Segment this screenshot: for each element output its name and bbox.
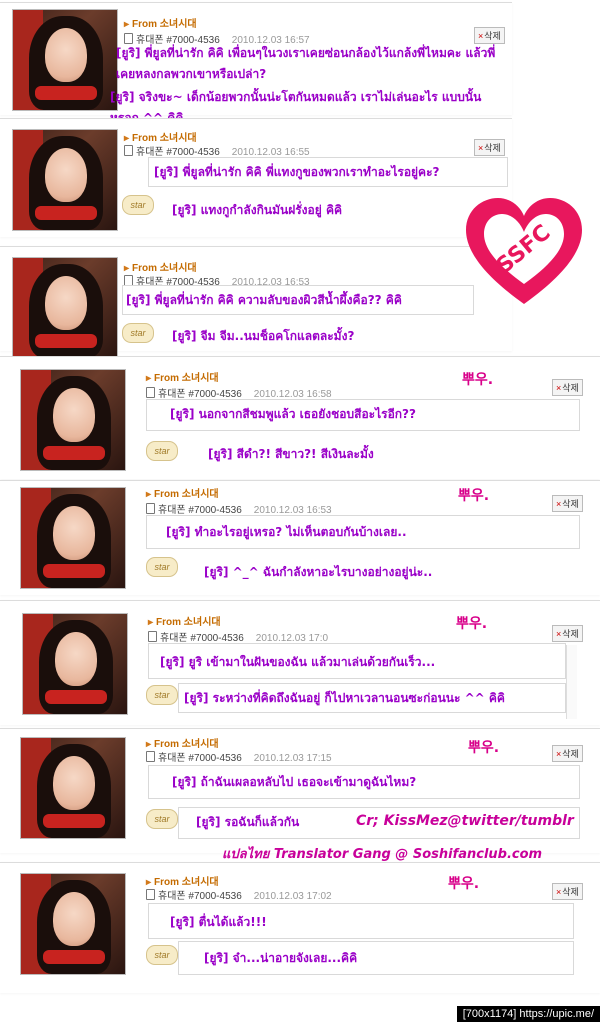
credit-source: Cr; KissMez@twitter/tumblr — [356, 813, 574, 829]
avatar — [20, 369, 126, 471]
reply-text: [ยูริ] จีม จีม..นมช็อคโกแลตละมั้ง? — [172, 329, 355, 343]
ssfc-logo: SSFC SOSHIFANCLUB — [466, 198, 582, 314]
message-text: [ยูริ] ทำอะไรอยู่เหรอ? ไม่เห็นตอบกันบ้าง… — [166, 525, 407, 539]
message-text: [ยูริ] พี่ยูลที่น่ารัก คิคิ เพื่อนๆในวงเ… — [116, 46, 496, 81]
sender-info: 휴대폰 #7000-4536 2010.12.03 17:02 — [146, 887, 332, 902]
phone-icon — [146, 387, 155, 398]
avatar — [12, 9, 118, 111]
reply-text: [ยูริ] สีดำ?! สีขาว?! สีเงินละมั้ง — [208, 447, 374, 461]
star-button[interactable]: star — [146, 685, 178, 705]
delete-button[interactable]: ×삭제 — [552, 745, 583, 762]
delete-button[interactable]: ×삭제 — [474, 27, 505, 44]
sender-label: ▸ From 소녀시대 — [146, 739, 219, 750]
avatar — [20, 737, 126, 839]
sender-label: ▸ From 소녀시대 — [148, 617, 221, 628]
ppu-text: 뿌우. — [468, 740, 500, 756]
reply-text: [ยูริ] แทงกูกำลังกินมันฝรั่งอยู่ คิคิ — [172, 203, 342, 217]
arrow-icon: ▸ — [146, 489, 152, 500]
reply-text: [ยูริ] รอฉันก็แล้วกัน — [196, 815, 300, 829]
arrow-icon: ▸ — [148, 617, 154, 628]
message-card: ▸ From 소녀시대 휴대폰 #7000-4536 2010.12.03 17:0… — [0, 600, 600, 725]
message-text: [ยูริ] ยูริ เข้ามาในฝันของฉัน แล้วมาเล่น… — [160, 655, 436, 669]
phone-icon — [124, 145, 133, 156]
sender-label: ▸ From 소녀시대 — [124, 19, 197, 30]
sender-info: 휴대폰 #7000-4536 2010.12.03 17:0 — [148, 629, 328, 644]
message-text: [ยูริ] ตื่นได้แล้ว!!! — [170, 915, 267, 929]
avatar — [20, 487, 126, 589]
ppu-text: 뿌우. — [456, 616, 488, 632]
reply-text: [ยูริ] ระหว่างที่คิดถึงฉันอยู่ ก็ไปหาเวล… — [184, 691, 505, 705]
sender-info: 휴대폰 #7000-4536 2010.12.03 17:15 — [146, 749, 332, 764]
delete-button[interactable]: ×삭제 — [552, 883, 583, 900]
sender-label: ▸ From 소녀시대 — [124, 263, 197, 274]
credit-translator: แปลไทย Translator Gang @ Soshifanclub.co… — [222, 847, 543, 862]
reply-text: [ยูริ] จ๋า...น่าอายจังเลย...คิคิ — [204, 951, 358, 965]
star-button[interactable]: star — [146, 441, 178, 461]
ppu-text: 뿌우. — [458, 488, 490, 504]
sender-info: 휴대폰 #7000-4536 2010.12.03 16:55 — [124, 143, 310, 158]
delete-button[interactable]: ×삭제 — [552, 379, 583, 396]
message-card: ▸ From 소녀시대 휴대폰 #7000-4536 2010.12.03 17:1… — [0, 728, 600, 862]
delete-button[interactable]: ×삭제 — [474, 139, 505, 156]
message-card: ▸ From 소녀시대 휴대폰 #7000-4536 2010.12.03 16:5… — [0, 246, 512, 359]
message-card: ▸ From 소녀시대 휴대폰 #7000-4536 2010.12.03 16:5… — [0, 118, 512, 237]
avatar — [12, 257, 118, 359]
phone-icon — [146, 889, 155, 900]
star-button[interactable]: star — [122, 195, 154, 215]
timestamp: 2010.12.03 17:02 — [253, 891, 332, 902]
avatar — [20, 873, 126, 975]
sender-info: 휴대폰 #7000-4536 2010.12.03 16:53 — [146, 501, 332, 516]
message-card: ▸ From 소녀시대 휴대폰 #7000-4536 2010.12.03 17:0… — [0, 862, 600, 993]
timestamp: 2010.12.03 17:15 — [253, 753, 332, 764]
star-button[interactable]: star — [122, 323, 154, 343]
star-button[interactable]: star — [146, 945, 178, 965]
star-button[interactable]: star — [146, 809, 178, 829]
image-size-footer: [700x1174] https://upic.me/ — [456, 1006, 600, 1022]
star-button[interactable]: star — [146, 557, 178, 577]
message-text: [ยูริ] พี่ยูลที่น่ารัก คิคิ ความลับของผิ… — [126, 293, 402, 307]
sender-label: ▸ From 소녀시대 — [124, 133, 197, 144]
arrow-icon: ▸ — [124, 19, 130, 30]
scrollbar[interactable] — [566, 645, 577, 719]
message-card: ▸ From 소녀시대 휴대폰 #7000-4536 2010.12.03 16:5… — [0, 356, 600, 479]
phone-icon — [146, 503, 155, 514]
ppu-text: 뿌우. — [448, 876, 480, 892]
sender-label: ▸ From 소녀시대 — [146, 373, 219, 384]
reply-text: [ยูริ] ^_^ ฉันกำลังหาอะไรบางอย่างอยู่น่ะ… — [204, 565, 433, 579]
ppu-text: 뿌우. — [462, 372, 494, 388]
message-card: ▸ From 소녀시대 휴대폰 #7000-4536 2010.12.03 16:5… — [0, 480, 600, 595]
avatar — [22, 613, 128, 715]
phone-icon — [148, 631, 157, 642]
message-text: [ยูริ] นอกจากสีชมพูแล้ว เธอยังชอบสีอะไรอ… — [170, 407, 416, 421]
avatar — [12, 129, 118, 231]
message-text: [ยูริ] ถ้าฉันเผลอหลับไป เธอจะเข้ามาดูฉัน… — [172, 775, 417, 789]
sender-info: 휴대폰 #7000-4536 2010.12.03 16:58 — [146, 385, 332, 400]
message-text: [ยูริ] พี่ยูลที่น่ารัก คิคิ พี่แทงกูของพ… — [154, 165, 440, 179]
delete-button[interactable]: ×삭제 — [552, 495, 583, 512]
delete-button[interactable]: ×삭제 — [552, 625, 583, 642]
phone-icon — [146, 751, 155, 762]
sender-label: ▸ From 소녀시대 — [146, 489, 219, 500]
arrow-icon: ▸ — [146, 373, 152, 384]
message-card: ▸ From 소녀시대 휴대폰 #7000-4536 2010.12.03 16:5… — [0, 2, 512, 125]
sender-label: ▸ From 소녀시대 — [146, 877, 219, 888]
